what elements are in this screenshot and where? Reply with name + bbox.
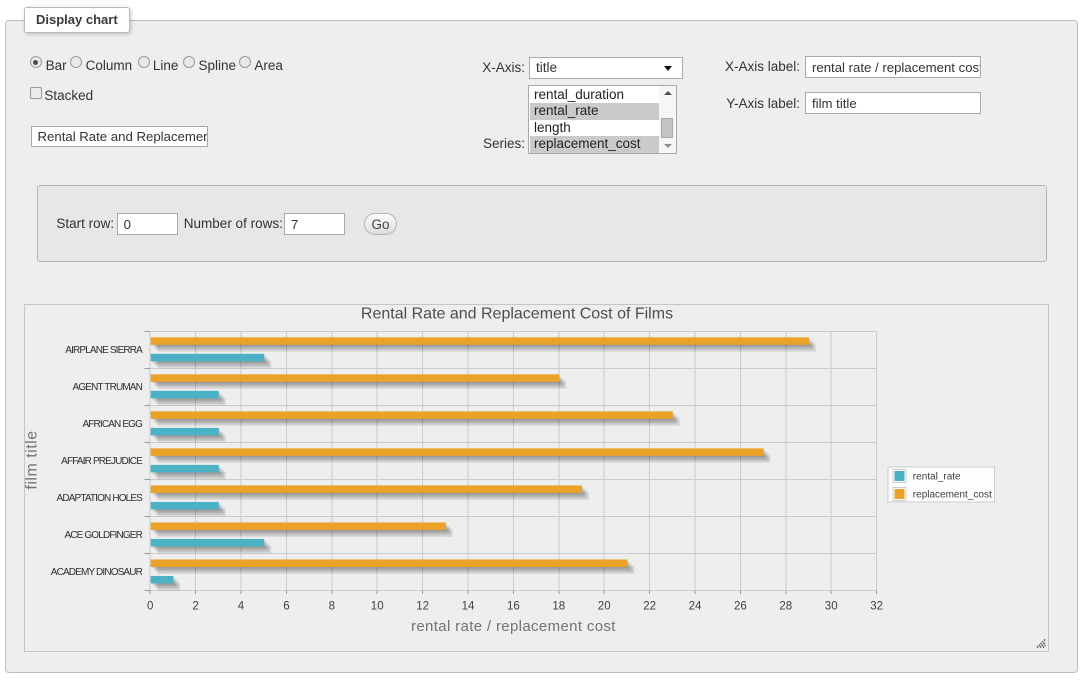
svg-text:20: 20 <box>598 601 611 613</box>
svg-text:10: 10 <box>371 601 384 613</box>
svg-text:12: 12 <box>416 601 429 613</box>
svg-text:26: 26 <box>734 601 747 613</box>
svg-text:30: 30 <box>825 601 838 613</box>
svg-text:2: 2 <box>192 601 198 613</box>
svg-text:0: 0 <box>147 601 153 613</box>
svg-text:rental rate / replacement cost: rental rate / replacement cost <box>411 618 616 635</box>
svg-text:32: 32 <box>870 601 883 613</box>
svg-text:AFRICAN EGG: AFRICAN EGG <box>82 419 143 430</box>
svg-text:14: 14 <box>462 601 475 613</box>
svg-text:ACE GOLDFINGER: ACE GOLDFINGER <box>64 530 142 541</box>
svg-text:28: 28 <box>779 601 792 613</box>
svg-text:film title: film title <box>25 430 41 489</box>
svg-text:24: 24 <box>689 601 702 613</box>
svg-text:16: 16 <box>507 601 520 613</box>
svg-text:Rental Rate and Replacement Co: Rental Rate and Replacement Cost of Film… <box>361 306 673 323</box>
svg-text:AFFAIR PREJUDICE: AFFAIR PREJUDICE <box>61 456 143 467</box>
svg-text:6: 6 <box>283 601 289 613</box>
svg-text:ADAPTATION HOLES: ADAPTATION HOLES <box>57 493 144 504</box>
svg-text:22: 22 <box>643 601 656 613</box>
svg-text:AGENT TRUMAN: AGENT TRUMAN <box>73 382 143 393</box>
svg-text:18: 18 <box>552 601 565 613</box>
svg-text:AIRPLANE SIERRA: AIRPLANE SIERRA <box>65 345 143 356</box>
svg-text:rental_rate: rental_rate <box>913 472 961 483</box>
svg-text:replacement_cost: replacement_cost <box>913 490 992 501</box>
svg-text:8: 8 <box>329 601 335 613</box>
svg-text:4: 4 <box>238 601 245 613</box>
svg-text:ACADEMY DINOSAUR: ACADEMY DINOSAUR <box>51 567 143 578</box>
